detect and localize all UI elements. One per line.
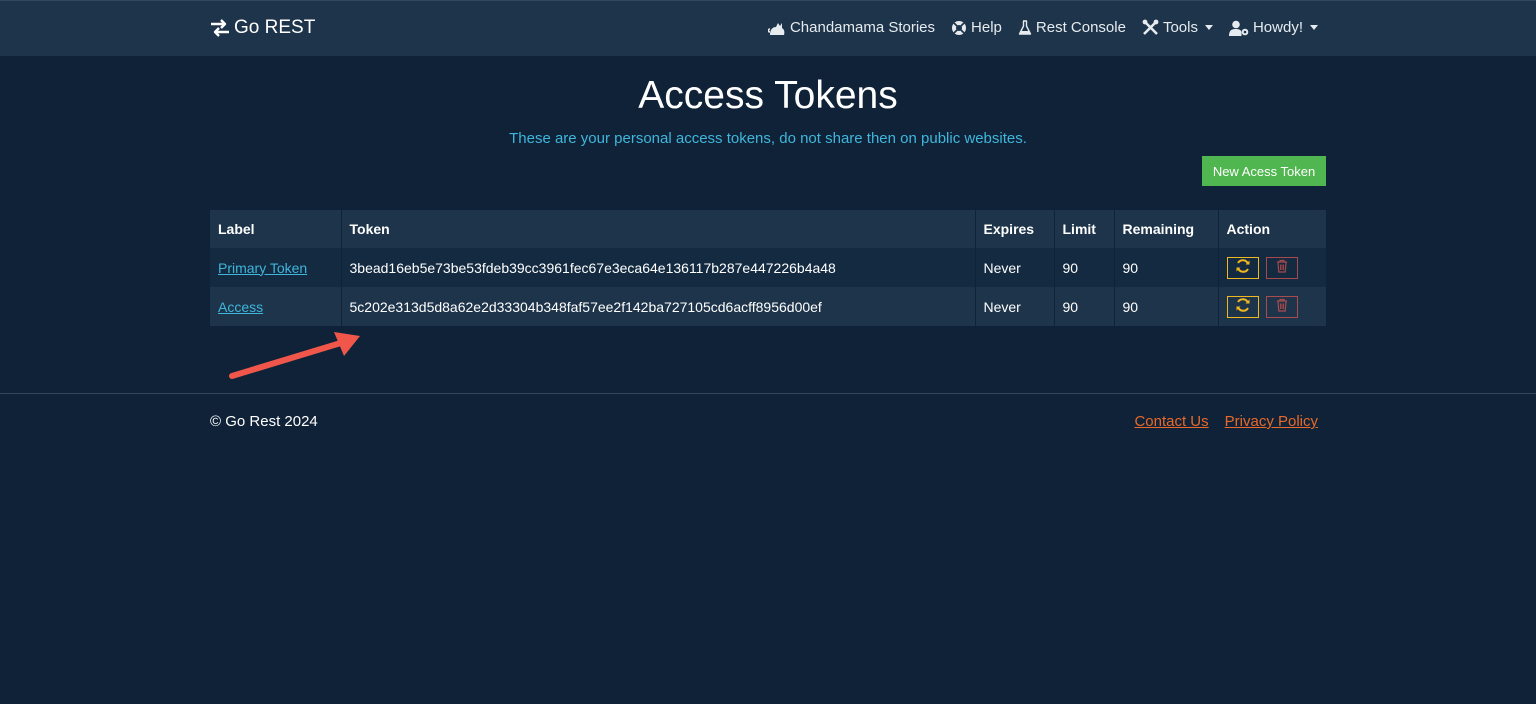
trash-icon <box>1276 298 1288 315</box>
token-expires: Never <box>975 248 1055 287</box>
column-header-action: Action <box>1218 210 1326 248</box>
page-subtitle: These are your personal access tokens, d… <box>509 130 1027 147</box>
nav-item-label: Howdy! <box>1252 19 1303 36</box>
tokens-table: Label Token Expires Limit Remaining Acti… <box>210 210 1326 326</box>
copyright-text: © Go Rest 2024 <box>210 413 318 430</box>
chevron-down-icon <box>1204 25 1213 30</box>
action-cell <box>1218 248 1326 287</box>
user-gear-icon <box>1228 20 1249 36</box>
delete-token-button[interactable] <box>1266 295 1299 318</box>
cat-icon <box>767 20 786 36</box>
annotation-arrow-icon <box>226 326 366 391</box>
refresh-token-button[interactable] <box>1226 256 1259 279</box>
column-header-token: Token <box>341 210 976 248</box>
column-header-remaining: Remaining <box>1114 210 1219 248</box>
table-row: Primary Token 3bead16eb5e73be53fdeb39cc3… <box>210 248 1326 287</box>
column-header-limit: Limit <box>1054 210 1115 248</box>
table-row: Access 5c202e313d5d8a62e2d33304b348faf57… <box>210 287 1326 326</box>
footer-divider <box>0 393 1536 394</box>
nav-item-label: Chandamama Stories <box>789 19 936 36</box>
token-value: 5c202e313d5d8a62e2d33304b348faf57ee2f142… <box>341 287 976 326</box>
footer-links: Contact Us Privacy Policy <box>1134 413 1318 430</box>
navbar: Go REST Chandamama Stories Help Rest Con… <box>0 0 1536 56</box>
token-value: 3bead16eb5e73be53fdeb39cc3961fec67e3eca6… <box>341 248 976 287</box>
exchange-icon <box>210 19 230 37</box>
token-expires: Never <box>975 287 1055 326</box>
token-limit: 90 <box>1054 248 1115 287</box>
tools-icon <box>1142 19 1159 36</box>
nav-item-rest-console[interactable]: Rest Console <box>1018 19 1126 36</box>
refresh-token-button[interactable] <box>1226 295 1259 318</box>
delete-token-button[interactable] <box>1266 256 1299 279</box>
nav-item-howdy[interactable]: Howdy! <box>1228 19 1318 36</box>
new-access-token-button[interactable]: New Acess Token <box>1202 156 1326 186</box>
contact-us-link[interactable]: Contact Us <box>1134 413 1208 430</box>
trash-icon <box>1276 259 1288 276</box>
refresh-icon <box>1235 298 1251 315</box>
privacy-policy-link[interactable]: Privacy Policy <box>1225 413 1318 430</box>
nav-item-help[interactable]: Help <box>951 19 1002 36</box>
nav-item-label: Tools <box>1162 19 1198 36</box>
flask-icon <box>1018 19 1032 36</box>
nav-item-label: Rest Console <box>1035 19 1126 36</box>
life-ring-icon <box>951 20 967 36</box>
token-label-link[interactable]: Access <box>218 299 263 315</box>
nav-menu: Chandamama Stories Help Rest Console Too… <box>767 19 1318 36</box>
brand-label: Go REST <box>234 17 316 38</box>
token-limit: 90 <box>1054 287 1115 326</box>
nav-item-tools[interactable]: Tools <box>1142 19 1213 36</box>
token-remaining: 90 <box>1114 248 1219 287</box>
page-title: Access Tokens <box>638 74 898 117</box>
token-label-link[interactable]: Primary Token <box>218 260 307 276</box>
brand-link[interactable]: Go REST <box>210 17 315 39</box>
token-remaining: 90 <box>1114 287 1219 326</box>
nav-item-label: Help <box>971 19 1002 36</box>
column-header-expires: Expires <box>975 210 1055 248</box>
action-cell <box>1218 287 1326 326</box>
refresh-icon <box>1235 259 1251 276</box>
chevron-down-icon <box>1310 25 1318 30</box>
column-header-label: Label <box>210 210 342 248</box>
table-header-row: Label Token Expires Limit Remaining Acti… <box>210 210 1326 248</box>
nav-item-chandamama-stories[interactable]: Chandamama Stories <box>767 19 936 36</box>
